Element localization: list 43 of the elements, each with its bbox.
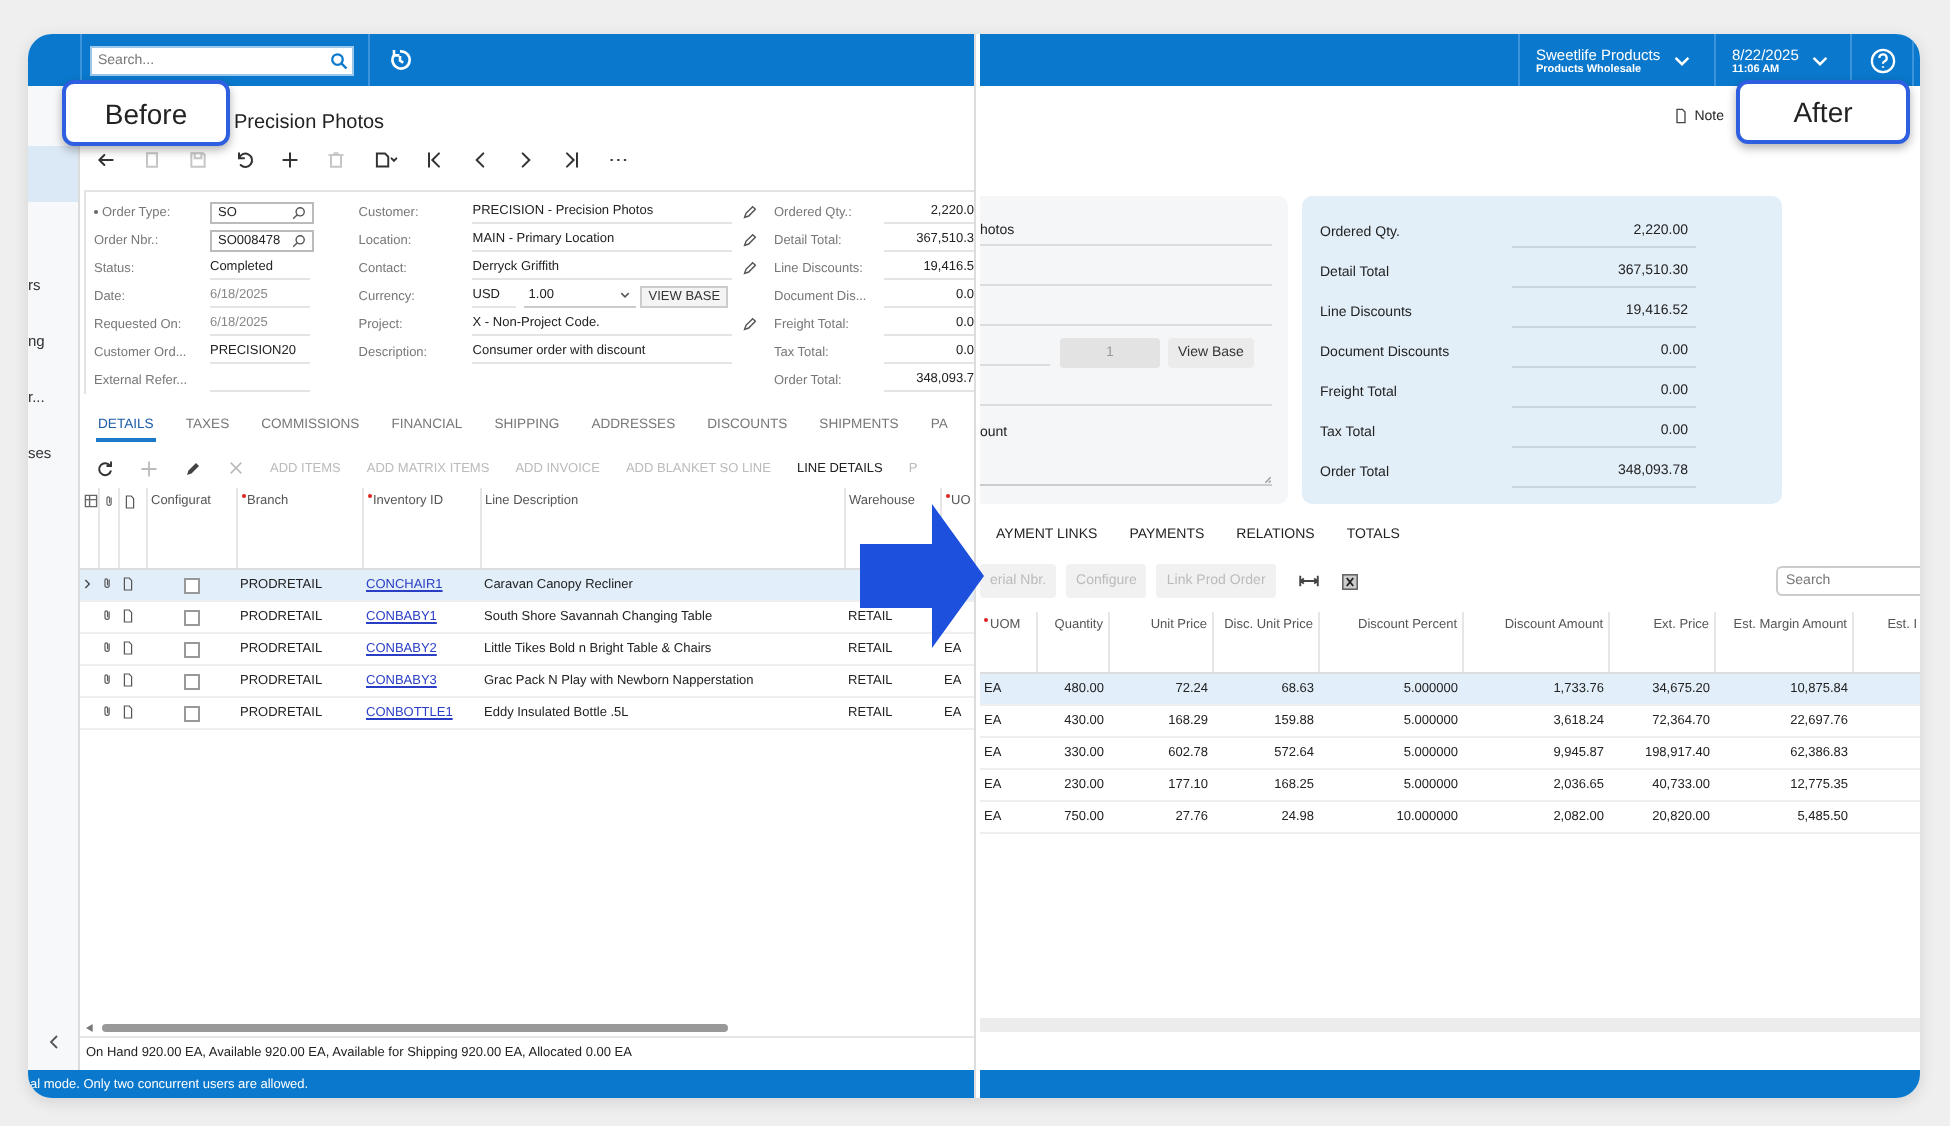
- caret-icon: [620, 290, 631, 300]
- search-icon: [330, 51, 348, 69]
- checkbox[interactable]: [183, 609, 199, 625]
- edit-icon[interactable]: [742, 316, 759, 332]
- notes-icon: [84, 494, 98, 508]
- paperclip-icon[interactable]: [102, 640, 114, 654]
- chevron-down-icon: [1674, 55, 1691, 65]
- page-title: Precision Photos: [234, 110, 387, 138]
- edit-icon[interactable]: [184, 459, 202, 477]
- checkbox[interactable]: [183, 577, 199, 593]
- checkbox[interactable]: [183, 641, 199, 657]
- help-icon[interactable]: [1870, 47, 1896, 73]
- scrollbar-thumb[interactable]: [102, 1024, 728, 1032]
- paperclip-icon[interactable]: [102, 608, 114, 622]
- last-page-icon[interactable]: [562, 150, 582, 170]
- document-icon: [123, 494, 135, 510]
- fit-width-icon[interactable]: [1297, 574, 1320, 588]
- paperclip-icon: [103, 494, 115, 508]
- search-icon[interactable]: [292, 233, 306, 247]
- chevron-down-icon: [1812, 55, 1829, 65]
- checkbox[interactable]: [183, 673, 199, 689]
- paperclip-icon[interactable]: [102, 704, 114, 718]
- add-icon[interactable]: [280, 150, 300, 170]
- excel-export-icon[interactable]: [1341, 573, 1358, 589]
- back-arrow-icon[interactable]: [96, 150, 116, 170]
- row-expand-icon[interactable]: [84, 577, 92, 589]
- undo-icon[interactable]: [234, 150, 254, 170]
- document-icon: [1674, 108, 1689, 124]
- clipboard-icon[interactable]: [372, 150, 398, 170]
- collapse-icon[interactable]: [48, 1034, 60, 1050]
- history-icon[interactable]: [388, 48, 412, 72]
- after-label: After: [1736, 80, 1910, 144]
- checkbox[interactable]: [183, 705, 199, 721]
- scroll-left-icon[interactable]: [86, 1024, 94, 1032]
- paperclip-icon[interactable]: [102, 672, 114, 686]
- refresh-icon[interactable]: [96, 459, 114, 477]
- first-page-icon[interactable]: [424, 150, 444, 170]
- resize-handle-icon[interactable]: [1264, 475, 1272, 483]
- previous-icon[interactable]: [470, 150, 490, 170]
- search-icon[interactable]: [292, 205, 306, 219]
- next-icon[interactable]: [516, 150, 536, 170]
- before-label: Before: [62, 80, 230, 146]
- paperclip-icon[interactable]: [102, 576, 114, 590]
